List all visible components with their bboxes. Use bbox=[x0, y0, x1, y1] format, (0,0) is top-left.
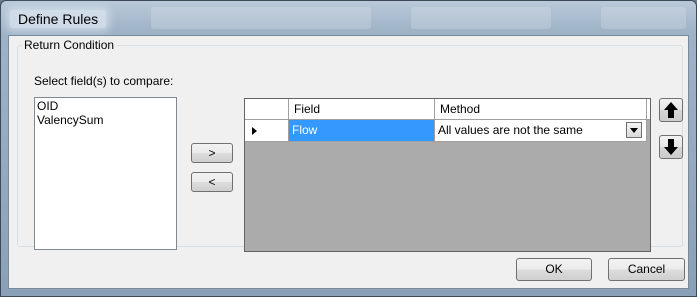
grid-header-filler bbox=[647, 99, 650, 120]
window-title: Define Rules bbox=[10, 10, 107, 28]
chevron-down-icon bbox=[630, 127, 638, 133]
select-fields-label: Select field(s) to compare: bbox=[34, 74, 174, 88]
rule-field-cell[interactable]: Flow bbox=[289, 120, 435, 142]
arrow-up-icon bbox=[664, 102, 678, 118]
rule-method-value: All values are not the same bbox=[438, 123, 583, 137]
rule-method-cell[interactable]: All values are not the same bbox=[435, 120, 647, 142]
grid-corner-header bbox=[245, 99, 289, 120]
title-bar[interactable]: Define Rules bbox=[1, 1, 697, 35]
field-column-header[interactable]: Field bbox=[289, 99, 435, 120]
fields-listbox[interactable]: OID ValencySum bbox=[34, 97, 177, 250]
return-condition-group: Return Condition Select field(s) to comp… bbox=[17, 38, 683, 252]
move-up-button[interactable] bbox=[659, 98, 683, 122]
rules-grid[interactable]: Field Method Flow All values are not the… bbox=[244, 98, 651, 252]
background-window-ghost bbox=[151, 7, 371, 29]
arrow-down-icon bbox=[664, 139, 678, 155]
method-column-header[interactable]: Method bbox=[435, 99, 647, 120]
row-header[interactable] bbox=[245, 120, 289, 142]
add-field-button[interactable]: > bbox=[191, 143, 233, 163]
dialog-client-area: Return Condition Select field(s) to comp… bbox=[8, 35, 689, 289]
remove-field-button[interactable]: < bbox=[191, 172, 233, 192]
define-rules-window: Define Rules Return Condition Select fie… bbox=[0, 0, 697, 297]
cancel-button[interactable]: Cancel bbox=[608, 258, 685, 281]
background-window-ghost bbox=[411, 7, 551, 29]
return-condition-legend: Return Condition bbox=[24, 38, 115, 52]
field-list-item[interactable]: ValencySum bbox=[37, 113, 174, 127]
move-down-button[interactable] bbox=[659, 135, 683, 159]
background-window-ghost bbox=[601, 7, 686, 29]
field-list-item[interactable]: OID bbox=[37, 99, 174, 113]
method-dropdown-button[interactable] bbox=[626, 122, 642, 138]
current-row-icon bbox=[252, 127, 257, 135]
ok-button[interactable]: OK bbox=[516, 258, 592, 281]
